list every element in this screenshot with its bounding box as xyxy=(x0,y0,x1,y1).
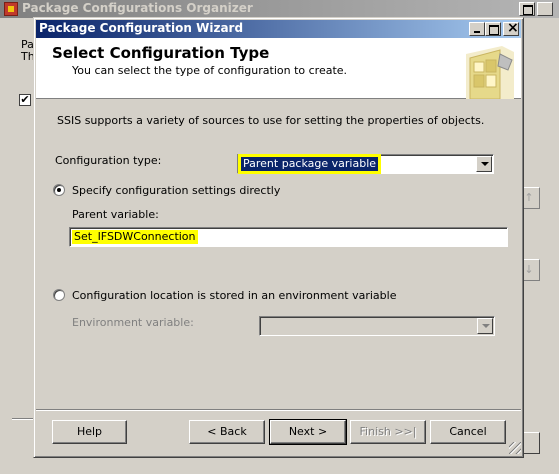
radio-environment-variable-label[interactable]: Configuration location is stored in an e… xyxy=(72,289,396,302)
resize-grip-icon[interactable] xyxy=(509,442,521,454)
app-icon xyxy=(4,2,18,16)
parent-close-button[interactable] xyxy=(537,0,553,16)
package-configuration-wizard: Package Configuration Wizard Select Conf… xyxy=(33,17,524,458)
parent-divider xyxy=(12,418,34,420)
environment-variable-select[interactable] xyxy=(259,316,495,336)
minimize-button[interactable] xyxy=(469,22,485,36)
intro-text: SSIS supports a variety of sources to us… xyxy=(57,114,485,127)
next-button[interactable]: Next > xyxy=(269,419,347,445)
chevron-down-icon[interactable] xyxy=(477,318,493,334)
parent-maximize-button[interactable] xyxy=(519,2,535,16)
parent-titlebar[interactable]: Package Configurations Organizer xyxy=(0,0,559,18)
chevron-down-icon[interactable] xyxy=(476,156,492,172)
radio-environment-variable[interactable] xyxy=(53,289,65,301)
configuration-type-select[interactable]: Parent package variable xyxy=(237,154,494,174)
radio-specify-directly-label[interactable]: Specify configuration settings directly xyxy=(72,184,280,197)
parent-window-title: Package Configurations Organizer xyxy=(22,1,253,15)
cancel-button[interactable]: Cancel xyxy=(430,420,506,444)
wizard-title: Package Configuration Wizard xyxy=(39,21,244,35)
page-subtitle: You can select the type of configuration… xyxy=(72,64,348,77)
parent-variable-label: Parent variable: xyxy=(72,208,159,221)
radio-specify-directly[interactable] xyxy=(53,184,65,196)
parent-variable-value: Set_IFSDWConnection xyxy=(72,230,198,244)
wizard-puzzle-icon xyxy=(466,46,514,99)
page-title: Select Configuration Type xyxy=(52,44,270,62)
wizard-header: Select Configuration Type You can select… xyxy=(36,38,521,99)
finish-button[interactable]: Finish >>| xyxy=(350,420,426,444)
parent-variable-input[interactable]: Set_IFSDWConnection xyxy=(69,227,508,247)
back-button[interactable]: < Back xyxy=(189,420,265,444)
wizard-titlebar[interactable]: Package Configuration Wizard xyxy=(36,20,521,38)
configuration-type-value: Parent package variable xyxy=(241,157,379,171)
maximize-button[interactable] xyxy=(485,22,501,36)
help-button[interactable]: Help xyxy=(52,420,127,444)
environment-variable-label: Environment variable: xyxy=(72,316,194,329)
close-button[interactable] xyxy=(503,20,519,36)
configuration-type-label: Configuration type: xyxy=(55,154,162,167)
footer-divider xyxy=(36,409,521,411)
parent-enable-checkbox[interactable]: ✔ xyxy=(19,94,31,106)
